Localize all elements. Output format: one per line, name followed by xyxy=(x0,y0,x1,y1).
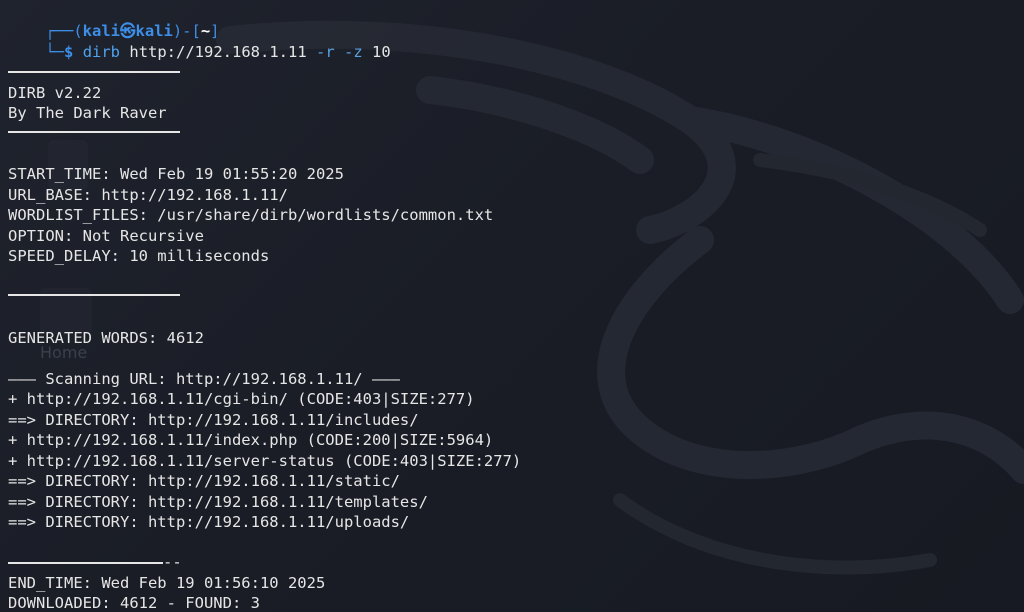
terminal-window[interactable]: Home ┌──(kali㉿kali)-[~] └─$ dirb http://… xyxy=(0,0,1024,612)
info-wordlist: WORDLIST_FILES: /usr/share/dirb/wordlist… xyxy=(8,206,494,224)
prompt-symbol: $ xyxy=(64,43,74,61)
result-line: + http://192.168.1.11/index.php (CODE:20… xyxy=(8,431,494,449)
prompt-line-2: └─$ dirb http://192.168.1.11 -r -z 10 xyxy=(8,22,390,61)
banner-version: DIRB v2.22 xyxy=(8,84,102,102)
separator-rule xyxy=(8,562,163,564)
prompt-line-1: ┌──(kali㉿kali)-[~] xyxy=(45,22,220,40)
info-option: OPTION: Not Recursive xyxy=(8,227,204,245)
separator-rule xyxy=(8,71,180,73)
banner-author: By The Dark Raver xyxy=(8,104,167,122)
separator-rule xyxy=(8,131,180,133)
result-line: ==> DIRECTORY: http://192.168.1.11/uploa… xyxy=(8,513,410,531)
scan-header: ——— Scanning URL: http://192.168.1.11/ —… xyxy=(8,370,400,388)
result-line: + http://192.168.1.11/cgi-bin/ (CODE:403… xyxy=(8,390,475,408)
result-line: + http://192.168.1.11/server-status (COD… xyxy=(8,452,522,470)
command-z-value: 10 xyxy=(372,43,391,61)
result-line: ==> DIRECTORY: http://192.168.1.11/stati… xyxy=(8,472,400,490)
info-speed-delay: SPEED_DELAY: 10 milliseconds xyxy=(8,247,270,265)
downloaded-summary: DOWNLOADED: 4612 - FOUND: 3 xyxy=(8,594,260,612)
info-url-base: URL_BASE: http://192.168.1.11/ xyxy=(8,186,288,204)
generated-words: GENERATED WORDS: 4612 xyxy=(8,329,204,347)
end-rule-suffix: -- xyxy=(163,553,182,571)
command-url: http://192.168.1.11 xyxy=(129,43,307,61)
result-line: ==> DIRECTORY: http://192.168.1.11/inclu… xyxy=(8,411,419,429)
info-start-time: START_TIME: Wed Feb 19 01:55:20 2025 xyxy=(8,165,344,183)
result-line: ==> DIRECTORY: http://192.168.1.11/templ… xyxy=(8,493,428,511)
separator-rule xyxy=(8,294,180,296)
command-option-z: -z xyxy=(344,43,363,61)
prompt-corner-bottom: └─ xyxy=(45,43,64,61)
end-time: END_TIME: Wed Feb 19 01:56:10 2025 xyxy=(8,574,326,592)
command-option-r: -r xyxy=(316,43,335,61)
command-name: dirb xyxy=(82,43,121,61)
